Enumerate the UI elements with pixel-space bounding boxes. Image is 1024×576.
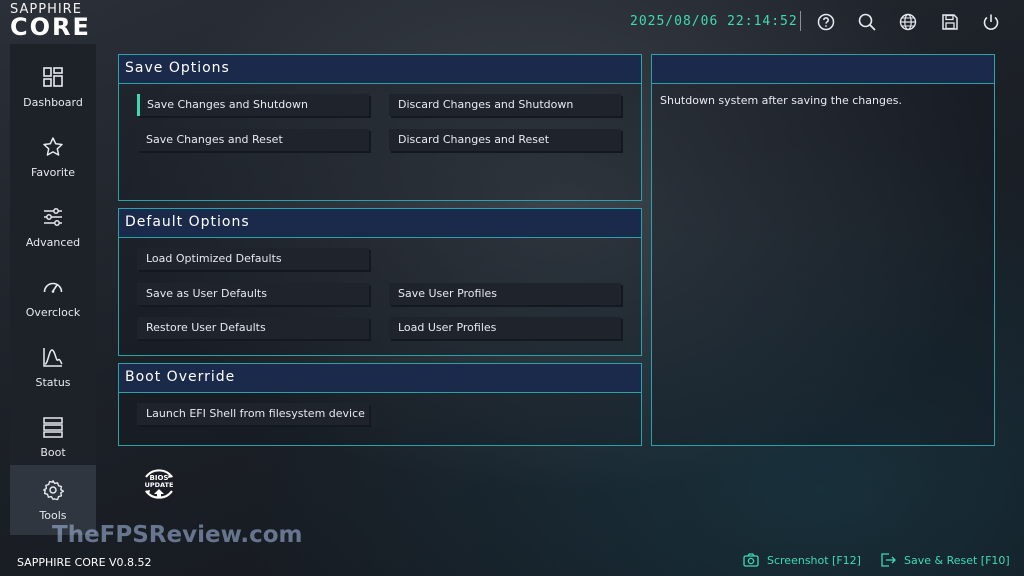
save-options-panel: Save Options Save Changes and Shutdown D… [118, 54, 642, 201]
camera-icon [743, 553, 759, 567]
load-optimized-defaults-button[interactable]: Load Optimized Defaults [137, 248, 369, 270]
sidebar-item-status[interactable]: Status [10, 332, 96, 402]
gauge-icon [43, 282, 63, 293]
discard-changes-and-reset-button[interactable]: Discard Changes and Reset [389, 129, 621, 151]
save-disk-icon[interactable] [940, 12, 960, 32]
sidebar-label-dashboard: Dashboard [23, 96, 83, 109]
bios-update-icon: BIOS UPDATE [145, 469, 174, 499]
default-options-title: Default Options [125, 214, 250, 230]
sliders-icon [44, 208, 62, 226]
save-and-reset-button[interactable]: Save & Reset [F10] [880, 552, 1010, 570]
help-description-header [652, 55, 994, 84]
help-description-panel: Shutdown system after saving the changes… [651, 54, 995, 446]
gear-icon [43, 480, 64, 501]
power-icon[interactable] [981, 12, 1001, 32]
save-user-profiles-button[interactable]: Save User Profiles [389, 283, 621, 305]
default-options-panel: Default Options Load Optimized Defaults … [118, 208, 642, 356]
sidebar-label-tools: Tools [39, 509, 67, 522]
screenshot-button[interactable]: Screenshot [F12] [743, 552, 863, 570]
version-label: SAPPHIRE CORE V0.8.52 [17, 556, 152, 569]
save-changes-and-reset-button[interactable]: Save Changes and Reset [137, 129, 369, 151]
logo-line2: CORE [10, 13, 91, 41]
boot-override-panel: Boot Override Launch EFI Shell from file… [118, 363, 642, 446]
save-as-user-defaults-button[interactable]: Save as User Defaults [137, 283, 369, 305]
screenshot-label: Screenshot [F12] [767, 554, 861, 567]
restore-user-defaults-button[interactable]: Restore User Defaults [137, 317, 369, 339]
sapphire-core-logo: SAPPHIRE CORE [10, 2, 120, 40]
help-icon[interactable] [816, 12, 836, 32]
boot-override-header: Boot Override [119, 364, 641, 393]
sidebar-label-status: Status [35, 376, 71, 389]
save-reset-label: Save & Reset [F10] [904, 554, 1010, 567]
update-label: UPDATE [145, 481, 174, 489]
sidebar-label-overclock: Overclock [25, 306, 81, 319]
launch-efi-shell-button[interactable]: Launch EFI Shell from filesystem device [137, 403, 369, 425]
boot-override-title: Boot Override [125, 369, 236, 385]
save-options-title: Save Options [125, 60, 230, 76]
bios-update-button[interactable]: BIOS UPDATE [138, 463, 180, 505]
sidebar-item-dashboard[interactable]: Dashboard [10, 52, 96, 122]
help-description-text: Shutdown system after saving the changes… [660, 94, 902, 107]
exit-icon [881, 553, 896, 567]
save-changes-and-shutdown-button[interactable]: Save Changes and Shutdown [137, 94, 369, 116]
sidebar-label-favorite: Favorite [31, 166, 75, 179]
dashboard-icon [43, 67, 63, 87]
sidebar-item-overclock[interactable]: Overclock [10, 262, 96, 332]
sidebar-nav: Dashboard Favorite Advanced Overclock St… [10, 44, 96, 535]
star-icon [43, 137, 63, 156]
search-icon[interactable] [857, 12, 877, 32]
footer-bar: SAPPHIRE CORE V0.8.52 Screenshot [F12] S… [0, 542, 1024, 576]
discard-changes-and-shutdown-button[interactable]: Discard Changes and Shutdown [389, 94, 621, 116]
sidebar-item-advanced[interactable]: Advanced [10, 192, 96, 262]
save-options-header: Save Options [119, 55, 641, 84]
language-globe-icon[interactable] [898, 12, 918, 32]
chart-icon [43, 348, 63, 367]
default-options-header: Default Options [119, 209, 641, 238]
header-divider [800, 11, 801, 31]
load-user-profiles-button[interactable]: Load User Profiles [389, 317, 621, 339]
sidebar-label-advanced: Advanced [25, 236, 81, 249]
boot-stack-icon [43, 417, 63, 438]
sidebar-label-boot: Boot [40, 446, 66, 459]
sidebar-item-boot[interactable]: Boot [10, 402, 96, 472]
sidebar-item-favorite[interactable]: Favorite [10, 122, 96, 192]
datetime-display: 2025/08/06 22:14:52 [630, 14, 798, 29]
header-bar: SAPPHIRE CORE 2025/08/06 22:14:52 [0, 0, 1024, 44]
